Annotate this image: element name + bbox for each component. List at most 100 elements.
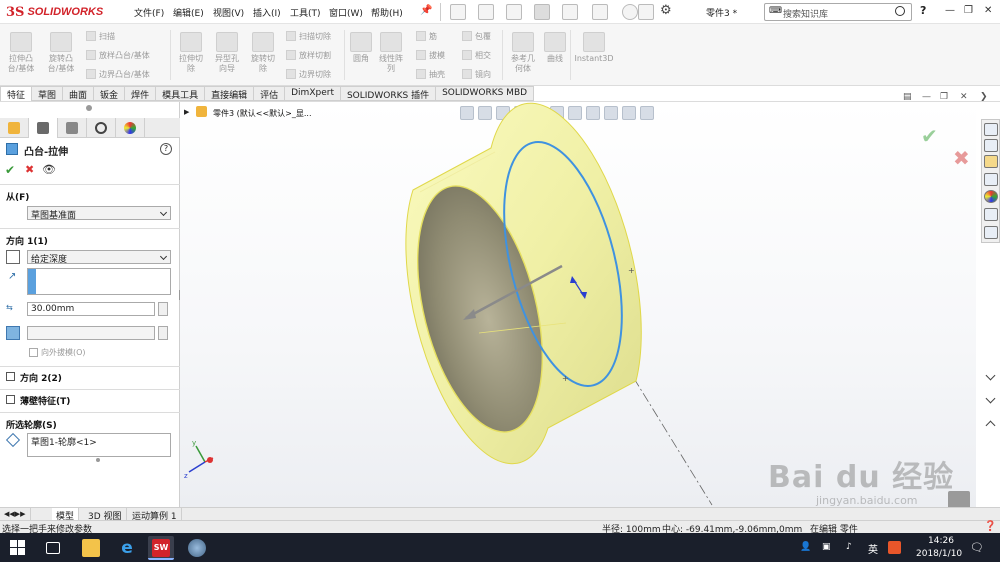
- save-icon[interactable]: [506, 4, 522, 20]
- thin-feature-heading[interactable]: 薄壁特征(T): [20, 394, 70, 407]
- ok-button[interactable]: ✔: [5, 163, 15, 177]
- task-view-icon[interactable]: [46, 542, 60, 554]
- restore-button[interactable]: ❐: [964, 5, 973, 16]
- options-gear-icon[interactable]: ⚙: [660, 3, 672, 18]
- menu-insert[interactable]: 插入(I): [253, 6, 281, 19]
- selected-contours-collapse-icon[interactable]: [985, 420, 996, 431]
- file-explorer-taskbar-icon[interactable]: [82, 539, 100, 557]
- rib-button[interactable]: 筋: [416, 30, 437, 42]
- close-button[interactable]: ✕: [984, 5, 992, 16]
- search-scope-icon[interactable]: ⌨: [769, 6, 782, 16]
- solidworks-logo[interactable]: 3S SOLIDWORKS: [6, 4, 103, 20]
- selected-contour-item[interactable]: 草图1-轮廓<1>: [31, 438, 97, 448]
- dimxpert-manager-tab[interactable]: [87, 118, 116, 138]
- direction1-heading[interactable]: 方向 1(1): [6, 234, 48, 247]
- swept-cut-button[interactable]: 扫描切除: [286, 30, 331, 42]
- fillet-button[interactable]: 圆角: [344, 32, 378, 64]
- boundary-boss-button[interactable]: 边界凸台/基体: [86, 68, 150, 80]
- rebuild-icon[interactable]: [622, 4, 638, 20]
- viewport-close-button[interactable]: ✕: [960, 92, 968, 102]
- cancel-button[interactable]: ✖: [25, 163, 34, 176]
- print-icon[interactable]: [534, 4, 550, 20]
- reverse-direction-icon[interactable]: [6, 250, 20, 264]
- draft-angle-input[interactable]: [27, 326, 155, 340]
- instant3d-button[interactable]: Instant3D: [574, 32, 614, 64]
- from-dropdown[interactable]: 草图基准面: [27, 206, 171, 221]
- tab-features[interactable]: 特征: [0, 86, 33, 101]
- model-view[interactable]: + + y z: [180, 102, 976, 507]
- tray-people-icon[interactable]: 👤: [800, 542, 811, 552]
- forum-icon[interactable]: [984, 226, 998, 239]
- direction2-heading[interactable]: 方向 2(2): [20, 371, 62, 384]
- sweep-button[interactable]: 扫描: [86, 30, 115, 42]
- edge-browser-icon[interactable]: e: [118, 539, 136, 557]
- windows-start-icon[interactable]: [10, 540, 25, 555]
- ime-indicator[interactable]: 英: [868, 541, 878, 556]
- task-pane-collapse-icon[interactable]: ❯: [980, 92, 988, 102]
- revolve-boss-button[interactable]: 旋转凸 台/基体: [44, 32, 78, 74]
- tab-sheet-metal[interactable]: 钣金: [94, 86, 126, 101]
- tab-dimxpert[interactable]: DimXpert: [285, 86, 341, 101]
- custom-properties-icon[interactable]: [984, 208, 998, 221]
- wrap-button[interactable]: 包覆: [462, 30, 491, 42]
- pm-help-icon[interactable]: ?: [160, 143, 172, 155]
- minimize-button[interactable]: —: [945, 5, 955, 16]
- action-center-icon[interactable]: 🗨: [970, 541, 984, 554]
- tab-direct-editing[interactable]: 直接编辑: [205, 86, 255, 101]
- from-heading[interactable]: 从(F): [6, 190, 29, 203]
- panel-splitter-handle[interactable]: [86, 105, 92, 111]
- search-icon[interactable]: [895, 6, 905, 16]
- viewport-restore-button[interactable]: ❐: [940, 92, 948, 102]
- menu-view[interactable]: 视图(V): [213, 6, 244, 19]
- tray-volume-icon[interactable]: ♪: [846, 542, 852, 552]
- property-manager-tab[interactable]: [29, 118, 58, 138]
- viewport-minimize-button[interactable]: —: [922, 92, 931, 102]
- menu-window[interactable]: 窗口(W): [329, 6, 363, 19]
- tray-network-icon[interactable]: ▣: [822, 542, 831, 552]
- new-document-icon[interactable]: [450, 4, 466, 20]
- search-knowledge-base[interactable]: ⌨ 搜索知识库: [764, 3, 912, 21]
- selected-contours-list[interactable]: 草图1-轮廓<1>: [27, 433, 171, 457]
- end-condition-dropdown[interactable]: 给定深度: [27, 250, 171, 265]
- preview-eye-icon[interactable]: 👁: [42, 163, 56, 176]
- design-library-icon[interactable]: [984, 139, 998, 152]
- pin-icon[interactable]: 📌: [420, 5, 432, 16]
- draft-angle-spinner[interactable]: [158, 326, 168, 340]
- menu-edit[interactable]: 编辑(E): [173, 6, 204, 19]
- list-resize-handle[interactable]: [96, 458, 100, 462]
- thin-feature-expand-icon[interactable]: [985, 393, 996, 404]
- help-icon[interactable]: ?: [920, 4, 926, 17]
- tab-add-ins[interactable]: SOLIDWORKS 插件: [340, 86, 437, 101]
- thin-feature-checkbox[interactable]: [6, 395, 15, 404]
- linear-pattern-button[interactable]: 线性阵 列: [374, 32, 408, 74]
- appearances-scenes-icon[interactable]: [984, 190, 998, 203]
- file-properties-icon[interactable]: [638, 4, 654, 20]
- taskbar-time[interactable]: 14:26: [928, 536, 954, 546]
- curves-button[interactable]: 曲线: [538, 32, 572, 64]
- draft-on-off-icon[interactable]: [6, 326, 20, 340]
- hole-wizard-button[interactable]: 异型孔 向导: [210, 32, 244, 74]
- boundary-cut-button[interactable]: 边界切除: [286, 68, 331, 80]
- extrude-cut-button[interactable]: 拉伸切 除: [174, 32, 208, 74]
- file-explorer-icon[interactable]: [984, 155, 998, 168]
- depth-spinner[interactable]: [158, 302, 168, 316]
- depth-input[interactable]: 30.00mm: [27, 302, 155, 316]
- direction-reference-selection-box[interactable]: [27, 268, 171, 295]
- reference-geometry-button[interactable]: 参考几 何体: [506, 32, 540, 74]
- status-help-icon[interactable]: ❓: [984, 521, 996, 532]
- extrude-boss-button[interactable]: 拉伸凸 台/基体: [4, 32, 38, 74]
- lofted-cut-button[interactable]: 放样切割: [286, 49, 331, 61]
- loft-button[interactable]: 放样凸台/基体: [86, 49, 150, 61]
- direction2-checkbox[interactable]: [6, 372, 15, 381]
- taskbar-date[interactable]: 2018/1/10: [916, 549, 962, 559]
- mirror-button[interactable]: 镜向: [462, 68, 491, 80]
- solidworks-resources-icon[interactable]: [984, 123, 998, 136]
- menu-file[interactable]: 文件(F): [134, 6, 164, 19]
- tab-evaluate[interactable]: 评估: [254, 86, 286, 101]
- tab-mbd[interactable]: SOLIDWORKS MBD: [436, 86, 535, 101]
- menu-help[interactable]: 帮助(H): [371, 6, 403, 19]
- menu-tools[interactable]: 工具(T): [290, 6, 321, 19]
- search-input[interactable]: 搜索知识库: [783, 7, 828, 20]
- display-manager-tab[interactable]: [116, 118, 145, 138]
- viewport-tile-icon[interactable]: ▤: [903, 92, 912, 102]
